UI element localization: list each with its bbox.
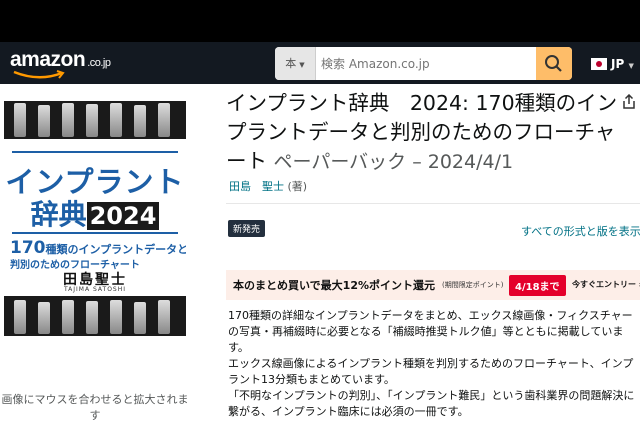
logo-text: amazon	[10, 48, 86, 71]
product-format-date: ペーパーバック – 2024/4/1	[273, 151, 514, 173]
product-cover-image[interactable]: インプラント 辞典 2024 170種類のインプラントデータと 判別のためのフロー…	[4, 101, 186, 336]
promo-text: 本のまとめ買いで最大12%ポイント還元	[233, 279, 435, 292]
description-paragraph: 170種類の詳細なインプラントデータをまとめ、エックス線画像・フィクスチャーの写…	[228, 309, 633, 354]
implant-graphic	[86, 301, 98, 334]
product-title: インプラント辞典 2024: 170種類のインプラントデータと判別のためのフロー…	[226, 89, 631, 177]
chevron-down-icon: ▼	[628, 62, 634, 70]
description-paragraph: エックス線画像によるインプラント種類を判別するためのフローチャート、インプラント…	[228, 357, 634, 386]
promo-deadline-badge: 4/18まで	[509, 275, 566, 296]
language-selector[interactable]: JP ▼	[611, 57, 634, 71]
cover-title-line2: 辞典 2024	[4, 193, 186, 233]
cover-subtitle-text: 種類のインプラントデータと	[45, 243, 187, 256]
cover-divider	[12, 151, 178, 153]
implant-graphic	[134, 105, 146, 137]
cover-subtitle-number: 170	[10, 238, 46, 258]
amazon-logo[interactable]: amazon .co.jp	[10, 48, 111, 72]
implant-graphic	[134, 302, 146, 334]
cover-divider	[12, 232, 178, 234]
implant-graphic	[158, 103, 170, 137]
implant-graphic	[38, 105, 50, 137]
cover-subtitle-line1: 170種類のインプラントデータと	[10, 238, 186, 258]
implant-graphic	[110, 103, 122, 137]
author-role: (著)	[287, 180, 308, 193]
implant-graphic	[14, 103, 26, 137]
top-black-band	[0, 0, 640, 42]
chevron-down-icon: ▼	[299, 61, 305, 69]
all-formats-link[interactable]: すべての形式と版を表示	[521, 223, 640, 239]
smile-arrow-icon	[13, 70, 65, 79]
product-description: 170種類の詳細なインプラントデータをまとめ、エックス線画像・フィクスチャーの写…	[228, 308, 638, 420]
implant-graphic	[86, 104, 98, 137]
japan-flag-icon[interactable]	[591, 58, 607, 70]
cover-title-word: 辞典	[30, 198, 87, 231]
promo-small-note: (期間限定ポイント)	[442, 281, 504, 289]
share-icon[interactable]	[622, 94, 636, 110]
logo-tld: .co.jp	[87, 57, 111, 69]
implant-graphic	[38, 302, 50, 334]
implant-graphic	[158, 300, 170, 334]
cover-author-roman: TAJIMA SATOSHI	[63, 286, 127, 293]
cover-title-year: 2024	[86, 202, 160, 230]
new-release-badge: 新発売	[228, 220, 266, 237]
search-button[interactable]	[536, 47, 572, 80]
implant-graphic	[14, 300, 26, 334]
author-line: 田島 聖士 (著)	[229, 178, 307, 194]
implant-graphic	[62, 103, 74, 137]
description-paragraph: 「不明なインプラントの判別」、「インプラント難民」という歯科業界の問題解決に繋が…	[228, 389, 635, 418]
promo-entry-link[interactable]: 今すぐエントリー ›	[572, 279, 640, 290]
author-link[interactable]: 田島 聖士	[229, 180, 284, 193]
search-input[interactable]	[321, 47, 521, 80]
cover-xray-bottom	[4, 296, 186, 336]
search-bar: 本 ▼	[275, 47, 572, 80]
implant-graphic	[62, 300, 74, 334]
language-label: JP	[611, 57, 625, 71]
search-category-label: 本	[285, 57, 297, 70]
section-divider	[226, 203, 640, 204]
image-zoom-hint: 画像にマウスを合わせると拡大されます	[1, 393, 189, 422]
promo-banner[interactable]: 本のまとめ買いで最大12%ポイント還元 (期間限定ポイント) 4/18まで 今す…	[226, 270, 640, 300]
search-category-dropdown[interactable]: 本 ▼	[275, 47, 316, 80]
implant-graphic	[110, 300, 122, 334]
search-icon	[545, 55, 562, 72]
